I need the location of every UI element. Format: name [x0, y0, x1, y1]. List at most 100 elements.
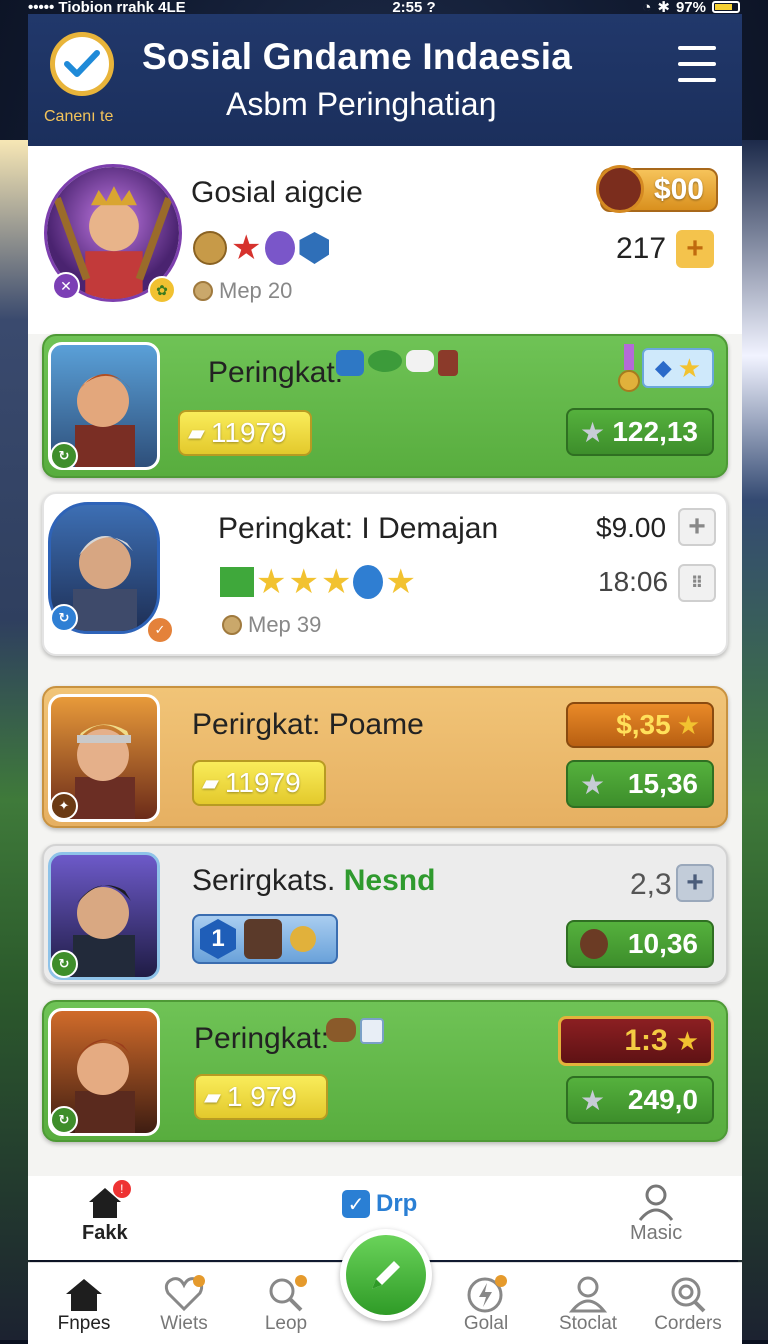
rank-card-2[interactable]: ↻ ✓ Peringkat: I Demajan ★ ★ ★ ★ Mep 39 …: [42, 492, 728, 656]
rank-shield-icon: 1: [200, 919, 236, 959]
star-icon: ★: [385, 563, 416, 601]
scroll-item-icon: [406, 350, 434, 372]
nav-wiets-label: Wiets: [160, 1313, 208, 1334]
rank-card-4[interactable]: ↻ Serirgkats. Nesnd 1 2,3 + 10,36: [42, 844, 728, 984]
class-badge-icon: ✕: [52, 272, 80, 300]
rank-card-4-rank-pill[interactable]: 1: [192, 914, 338, 964]
red-star-icon: ★: [231, 229, 262, 267]
star-icon: ★: [677, 352, 702, 383]
silver-bar-icon: ▰: [204, 1084, 221, 1109]
tab-masic[interactable]: Masic: [630, 1182, 682, 1245]
rank-card-2-check-icon: ✓: [146, 616, 174, 644]
silver-star-icon: ★: [580, 768, 606, 800]
star-icon: ★: [676, 709, 700, 740]
rank-card-5-score[interactable]: ▰ 1 979: [194, 1074, 328, 1120]
rank-card-1-rating-value: 122,13: [612, 416, 698, 447]
rating-portrait-icon: [580, 929, 608, 959]
rank-card-3[interactable]: ✦ Perirgkat: Poame ▰ 11979 $,35 ★ ★ 15,3…: [42, 686, 728, 828]
nav-golal[interactable]: Golal: [436, 1275, 536, 1335]
rank-card-4-value: 2,3: [630, 868, 672, 901]
rank-card-3-score[interactable]: ▰ 11979: [192, 760, 326, 806]
badge-caption: Canenı te: [44, 108, 114, 125]
nav-stoclat[interactable]: Stoclat: [538, 1275, 638, 1335]
nav-corders[interactable]: Corders: [638, 1275, 738, 1335]
add-count-button[interactable]: +: [676, 230, 714, 268]
rank-card-4-add-button[interactable]: +: [676, 864, 714, 902]
rank-card-1-score[interactable]: ▰ 11979: [178, 410, 312, 456]
center-action-button[interactable]: [340, 1229, 432, 1321]
tab-drp-label: Drp: [376, 1190, 418, 1217]
purple-gem-icon: [265, 231, 296, 265]
pencil-icon: [346, 1235, 426, 1315]
nav-fnpes[interactable]: Fnpes: [34, 1275, 134, 1335]
rank-card-2-stars: ★ ★ ★ ★: [220, 562, 416, 602]
rank-card-1-items: [336, 350, 458, 376]
leaf-item-icon: [368, 350, 402, 372]
coin-balance-pill[interactable]: $00: [596, 165, 718, 213]
battery-percent: 97%: [675, 0, 706, 14]
rank-card-4-title-accent: Nesnd: [343, 864, 436, 897]
profile-card[interactable]: ✕ ✿ Gosial aigcie ★ Mep 20 $00 217 +: [28, 146, 742, 334]
leaderboard-content: ✕ ✿ Gosial aigcie ★ Mep 20 $00 217 + ↻ P…: [28, 146, 742, 1176]
app-header: Canenı te Sosial Gndame Indaesia Asbm Pe…: [28, 14, 742, 146]
carrier-text: ••••• Tiobion rrahk 4LE: [28, 0, 186, 14]
rank-card-3-price-value: $,35: [616, 709, 671, 740]
tab-drp[interactable]: ✓ Drp: [342, 1190, 417, 1218]
silver-star-icon: ★: [580, 1084, 606, 1116]
star-icon: ★: [288, 563, 319, 601]
gem-star-reward[interactable]: ◆ ★: [642, 348, 714, 388]
nav-fnpes-label: Fnpes: [57, 1313, 111, 1334]
verified-check-icon[interactable]: [50, 32, 114, 96]
tab-fakk[interactable]: ! Fakk: [82, 1180, 131, 1245]
achievement-badges: ★: [193, 228, 330, 268]
search-coin-icon: [290, 926, 316, 952]
rank-card-5[interactable]: ↻ Peringkat: ▰ 1 979 1:3 ★ ★ 249,0: [42, 1000, 728, 1142]
rank-card-4-title: Serirgkats. Nesnd: [192, 864, 435, 898]
rank-card-5-score-value: 1 979: [226, 1081, 297, 1112]
player-name: Gosial aigcie: [191, 176, 363, 209]
rank-card-4-rating[interactable]: 10,36: [566, 920, 714, 968]
lightning-orb-icon: [353, 565, 384, 599]
rank-card-4-title-main: Serirgkats.: [192, 864, 336, 897]
grid-menu-icon[interactable]: ⠿: [678, 564, 716, 602]
rank-card-2-meta-text: Mep 39: [248, 612, 322, 637]
bottom-navigation: Fnpes Wiets Leop Golal Stoclat Corders: [28, 1229, 742, 1344]
hamburger-menu-icon[interactable]: [678, 46, 716, 82]
rank-card-3-tier-icon: ✦: [50, 792, 78, 820]
rank-card-5-title: Peringkat:: [194, 1022, 330, 1055]
profile-meta-text: Mep 20: [219, 278, 293, 303]
wifi-icon: ◔: [642, 0, 652, 14]
rank-card-5-price[interactable]: 1:3 ★: [558, 1016, 714, 1066]
gold-medal-icon: [618, 344, 640, 400]
rank-card-1-score-value: 11979: [210, 417, 287, 448]
rank-card-2-price: $9.00: [596, 512, 667, 543]
nav-wiets[interactable]: Wiets: [134, 1275, 234, 1335]
checkbox-icon: ✓: [342, 1190, 370, 1218]
rank-card-1-rating[interactable]: ★ 122,13: [566, 408, 714, 456]
coin-balance: $00: [653, 173, 704, 206]
clover-badge-icon: ✿: [148, 276, 176, 304]
star-icon: ★: [320, 563, 352, 601]
rank-card-3-price[interactable]: $,35 ★: [566, 702, 714, 748]
search-icon: [269, 1275, 307, 1312]
profile-icon: [568, 1276, 608, 1313]
rank-card-2-add-button[interactable]: +: [678, 508, 716, 546]
rank-card-3-rating[interactable]: ★ 15,36: [566, 760, 714, 808]
rank-card-5-rating[interactable]: ★ 249,0: [566, 1076, 714, 1124]
heart-icon: [164, 1275, 205, 1312]
rank-card-1-tier-icon: ↻: [50, 442, 78, 470]
flash-icon: [467, 1275, 507, 1313]
profile-meta: Mep 20: [193, 278, 292, 304]
silver-bar-icon: ▰: [202, 770, 219, 795]
rank-card-3-title: Perirgkat: Poame: [192, 708, 424, 741]
silver-star-icon: ★: [580, 416, 606, 448]
nav-leop[interactable]: Leop: [236, 1275, 336, 1335]
stadium-background-left: [0, 140, 30, 1340]
page-subtitle: Asbm Peringhatiaŋ: [226, 86, 497, 122]
notification-badge: !: [112, 1180, 131, 1198]
rank-card-3-score-value: 11979: [224, 767, 301, 798]
shield-icon: [299, 232, 330, 264]
nav-leop-label: Leop: [264, 1313, 308, 1334]
battery-icon: [711, 1, 740, 13]
rank-card-1[interactable]: ↻ Peringkat: ▰ 11979 ◆ ★ ★ 122,13: [42, 334, 728, 478]
